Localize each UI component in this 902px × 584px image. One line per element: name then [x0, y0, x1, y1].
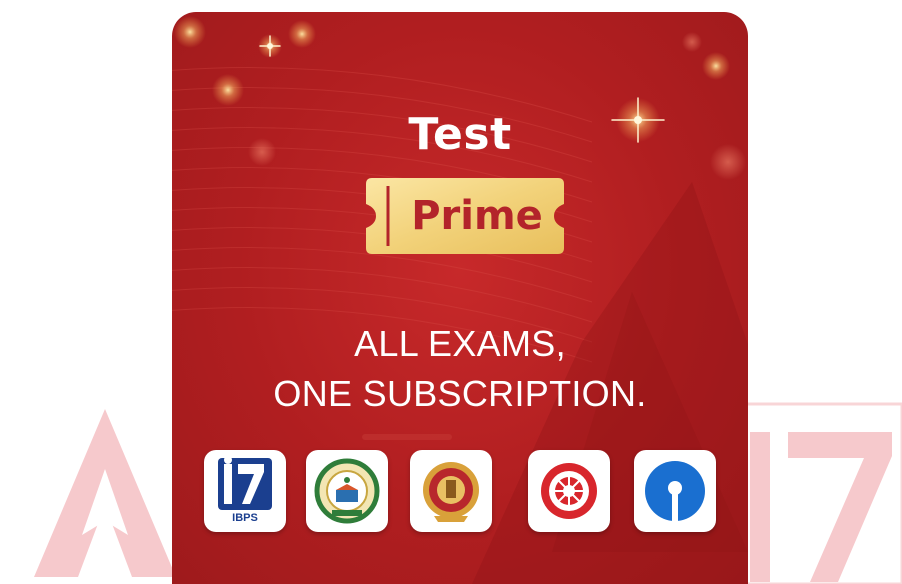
- ctet-logo-icon: [314, 458, 380, 524]
- test-heading: Test: [408, 109, 512, 160]
- railways-logo-icon: [541, 463, 597, 519]
- tagline-line-1: ALL EXAMS,: [354, 323, 566, 364]
- prime-ticket-badge: Prime: [366, 178, 564, 254]
- ctet-logo-tile[interactable]: [306, 450, 388, 532]
- ssc-logo-icon: [423, 462, 479, 522]
- prime-badge-label: Prime: [411, 193, 543, 239]
- sbi-logo-tile[interactable]: [634, 450, 716, 532]
- sbi-logo-icon: [645, 461, 705, 522]
- railways-logo-tile[interactable]: [528, 450, 610, 532]
- ibps-logo-label: IBPS: [232, 512, 258, 524]
- exam-logos-row: IBPS: [202, 450, 722, 534]
- ibps-logo-tile[interactable]: IBPS: [204, 450, 286, 532]
- test-prime-promo-card[interactable]: Test Prime ALL EXAMS, ONE SUBSCRIPTION.: [172, 12, 748, 584]
- page: Test Prime ALL EXAMS, ONE SUBSCRIPTION.: [0, 0, 902, 584]
- ssc-logo-tile[interactable]: [410, 450, 492, 532]
- watermark-17: [744, 402, 902, 584]
- tagline-line-2: ONE SUBSCRIPTION.: [273, 373, 647, 414]
- watermark-a-logo-icon: [34, 409, 176, 577]
